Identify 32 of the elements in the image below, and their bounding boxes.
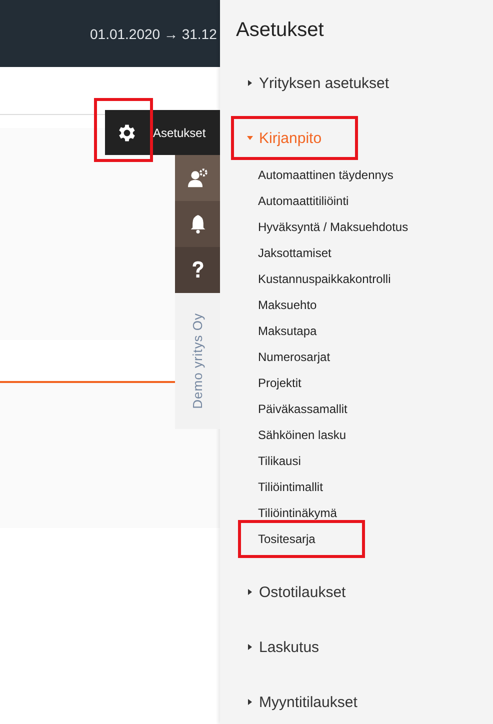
menu-item[interactable]: Sähköinen lasku: [258, 422, 346, 448]
dock-button[interactable]: [175, 247, 220, 293]
dock-button[interactable]: [175, 201, 220, 247]
menu-item[interactable]: Maksuehto: [258, 292, 317, 318]
menu-item[interactable]: Tilikausi: [258, 448, 301, 474]
menu-item[interactable]: Tositesarja: [238, 520, 366, 558]
menu-item[interactable]: Automaattinen täydennys: [258, 162, 394, 188]
menu-item[interactable]: Maksutapa: [258, 318, 317, 344]
settings-button[interactable]: Asetukset: [105, 110, 220, 155]
triangle-icon: [247, 644, 253, 650]
date-range[interactable]: 01.01.2020 → 31.12: [90, 26, 217, 42]
bell-icon: [188, 214, 206, 234]
menu-item[interactable]: Hyväksyntä / Maksuehdotus: [258, 214, 408, 240]
menu-item[interactable]: Projektit: [258, 370, 302, 396]
user-gear-icon: [186, 168, 208, 188]
menu-item[interactable]: Päiväkassamallit: [258, 396, 348, 422]
section-header[interactable]: Yrityksen asetukset: [236, 70, 390, 96]
triangle-icon: [247, 589, 253, 595]
menu-item[interactable]: Automaattitiliöinti: [258, 188, 349, 214]
triangle-icon: [247, 135, 253, 141]
section-header[interactable]: Myyntitilaukset: [236, 689, 358, 715]
menu-item[interactable]: Jaksottamiset: [258, 240, 332, 266]
help-icon: [190, 260, 204, 280]
menu-item[interactable]: Numerosarjat: [258, 344, 330, 370]
triangle-icon: [247, 80, 253, 86]
panel-title: Asetukset: [236, 18, 325, 43]
section-header[interactable]: Ostotilaukset: [236, 579, 346, 605]
menu-item[interactable]: Tiliöintimallit: [258, 474, 323, 500]
triangle-icon: [247, 699, 253, 705]
dock-button[interactable]: [175, 155, 220, 201]
section-header[interactable]: Laskutus: [236, 634, 320, 660]
menu-item[interactable]: Kustannuspaikkakontrolli: [258, 266, 391, 292]
